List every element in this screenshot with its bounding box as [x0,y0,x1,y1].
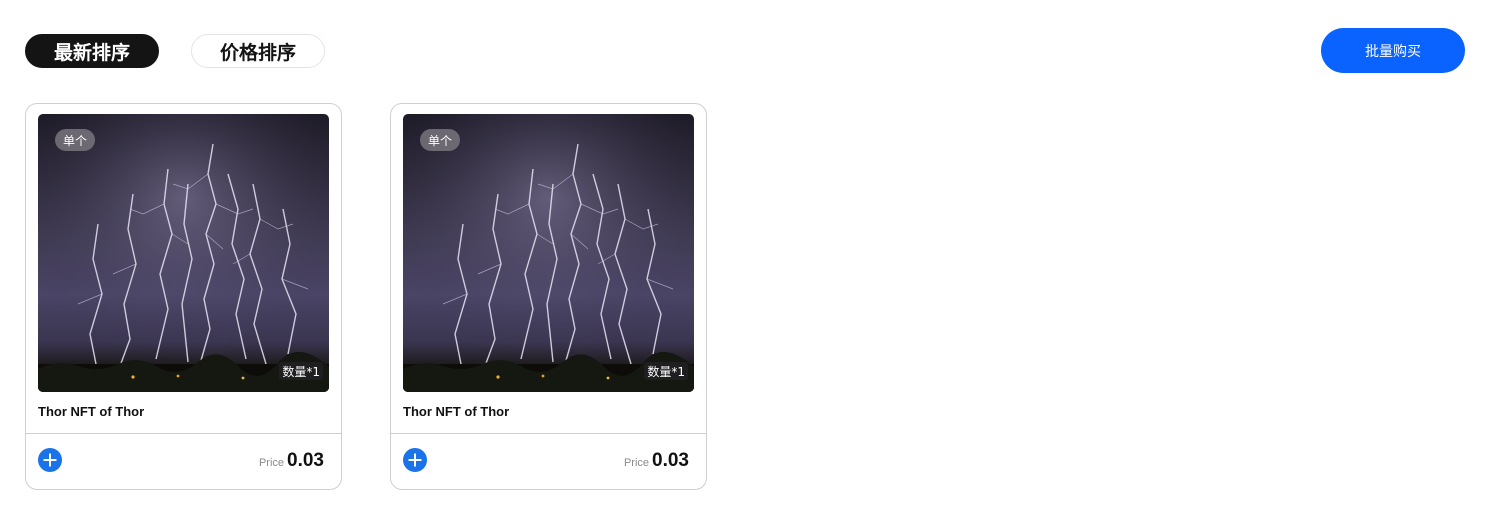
card-divider [26,433,341,434]
price-display: Price 0.03 [624,450,689,472]
price-display: Price 0.03 [259,450,324,472]
card-divider [391,433,706,434]
nft-card[interactable]: 单个 数量*1 Thor NFT of Thor Price 0.03 [25,103,342,490]
toolbar: 最新排序 价格排序 批量购买 [0,0,1494,90]
sort-price-button[interactable]: 价格排序 [191,34,325,68]
type-badge: 单个 [55,129,96,151]
lightning-storm-image [403,114,694,392]
nft-name: Thor NFT of Thor [38,404,145,419]
bulk-buy-button[interactable]: 批量购买 [1321,28,1465,73]
sort-latest-button[interactable]: 最新排序 [25,34,159,68]
nft-thumbnail[interactable]: 单个 数量*1 [403,114,694,392]
plus-circle-icon[interactable] [403,448,427,472]
price-label: Price [623,457,650,469]
nft-thumbnail[interactable]: 单个 数量*1 [38,114,329,392]
quantity-badge: 数量*1 [279,362,323,380]
quantity-badge: 数量*1 [644,362,688,380]
price-value: 0.03 [652,450,689,471]
price-value: 0.03 [287,450,324,471]
lightning-storm-image [38,114,329,392]
price-label: Price [258,457,285,469]
nft-name: Thor NFT of Thor [403,404,510,419]
type-badge: 单个 [420,129,461,151]
nft-card[interactable]: 单个 数量*1 Thor NFT of Thor Price 0.03 [390,103,707,490]
plus-circle-icon[interactable] [38,448,62,472]
